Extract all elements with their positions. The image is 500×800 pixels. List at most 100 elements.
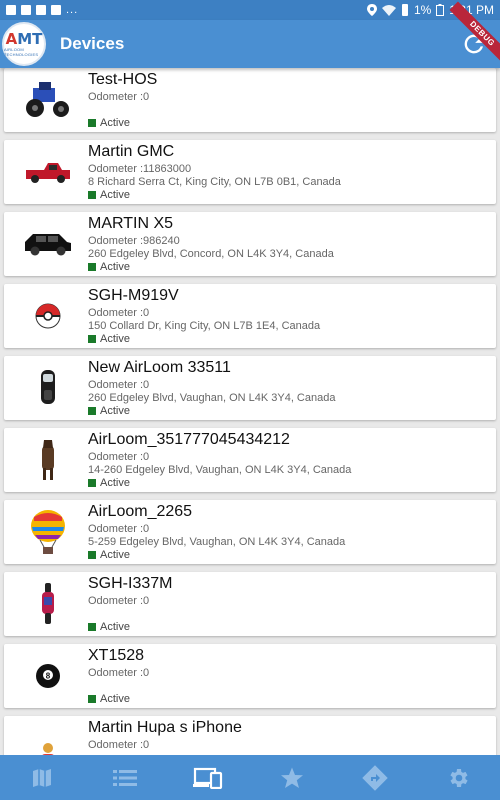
device-odometer: Odometer :0 bbox=[88, 523, 150, 535]
suv-icon bbox=[20, 222, 76, 266]
status-badge: Active bbox=[88, 333, 130, 345]
status-indicator bbox=[88, 263, 96, 271]
device-item[interactable]: Martin Hupa s iPhone Odometer :0 bbox=[4, 716, 496, 755]
tractor-icon bbox=[20, 78, 76, 122]
pickup-truck-icon bbox=[20, 150, 76, 194]
status-indicator bbox=[88, 695, 96, 703]
logo-prefix: A bbox=[5, 29, 18, 48]
status-indicator bbox=[88, 191, 96, 199]
battery-icon bbox=[436, 4, 445, 16]
app-bar: AMT AIRLOOM TECHNOLOGIES Devices DEBUG bbox=[0, 1, 500, 68]
device-odometer: Odometer :0 bbox=[88, 91, 150, 103]
device-name: New AirLoom 33511 bbox=[88, 359, 231, 376]
device-address: 5-259 Edgeley Blvd, Vaughan, ON L4K 3Y4,… bbox=[88, 536, 346, 548]
devices-icon bbox=[193, 767, 223, 789]
status-label: Active bbox=[100, 117, 130, 129]
device-item[interactable]: SGH-M919V Odometer :0 150 Collard Dr, Ki… bbox=[4, 284, 496, 348]
status-badge: Active bbox=[88, 549, 130, 561]
system-icons: 1% 1:31 PM bbox=[366, 3, 494, 17]
status-label: Active bbox=[100, 477, 130, 489]
status-label: Active bbox=[100, 549, 130, 561]
battery-level: 1% bbox=[413, 3, 432, 17]
device-item[interactable]: Martin GMC Odometer :11863000 8 Richard … bbox=[4, 140, 496, 204]
nav-directions[interactable] bbox=[350, 758, 400, 798]
nav-list[interactable] bbox=[100, 758, 150, 798]
device-item[interactable]: AirLoom_2265 Odometer :0 5-259 Edgeley B… bbox=[4, 500, 496, 564]
device-odometer: Odometer :0 bbox=[88, 451, 150, 463]
nav-devices[interactable] bbox=[183, 758, 233, 798]
photo-icon bbox=[6, 5, 16, 15]
location-icon bbox=[366, 4, 377, 16]
device-address: 260 Edgeley Blvd, Vaughan, ON L4K 3Y4, C… bbox=[88, 392, 336, 404]
logo-main: MT bbox=[17, 29, 43, 48]
device-address: 8 Richard Serra Ct, King City, ON L7B 0B… bbox=[88, 176, 341, 188]
status-label: Active bbox=[100, 405, 130, 417]
device-list[interactable]: Test-HOS Odometer :0 Active Martin GMC O… bbox=[0, 68, 500, 755]
eight-ball-icon: 8 bbox=[20, 654, 76, 698]
page-title: Devices bbox=[60, 34, 125, 53]
device-address: 260 Edgeley Blvd, Concord, ON L4K 3Y4, C… bbox=[88, 248, 334, 260]
device-odometer: Odometer :0 bbox=[88, 379, 150, 391]
person-icon bbox=[20, 726, 76, 755]
svg-text:8: 8 bbox=[46, 672, 51, 681]
device-name: SGH-I337M bbox=[88, 575, 173, 592]
status-bar: ... 1% 1:31 PM bbox=[0, 0, 500, 20]
status-badge: Active bbox=[88, 189, 130, 201]
status-label: Active bbox=[100, 261, 130, 273]
status-badge: Active bbox=[88, 117, 130, 129]
device-odometer: Odometer :0 bbox=[88, 739, 150, 751]
device-name: MARTIN X5 bbox=[88, 215, 174, 232]
logo-subtitle: AIRLOOM TECHNOLOGIES bbox=[4, 46, 39, 57]
nav-settings[interactable] bbox=[433, 758, 483, 798]
status-badge: Active bbox=[88, 693, 130, 705]
directions-icon bbox=[362, 764, 388, 791]
device-odometer: Odometer :0 bbox=[88, 307, 150, 319]
hot-air-balloon-icon bbox=[20, 510, 76, 554]
list-icon bbox=[112, 769, 137, 786]
device-item[interactable]: AirLoom_351777045434212 Odometer :0 14-2… bbox=[4, 428, 496, 492]
nav-favorites[interactable] bbox=[267, 758, 317, 798]
mail-icon bbox=[21, 5, 31, 15]
device-item[interactable]: SGH-I337M Odometer :0 Active bbox=[4, 572, 496, 636]
device-odometer: Odometer :986240 bbox=[88, 235, 180, 247]
status-badge: Active bbox=[88, 477, 130, 489]
app-logo: AMT AIRLOOM TECHNOLOGIES bbox=[2, 22, 46, 66]
device-name: XT1528 bbox=[88, 647, 145, 664]
status-label: Active bbox=[100, 621, 130, 633]
status-badge: Active bbox=[88, 261, 130, 273]
status-indicator bbox=[88, 119, 96, 127]
pokeball-icon bbox=[20, 294, 76, 338]
device-item[interactable]: MARTIN X5 Odometer :986240 260 Edgeley B… bbox=[4, 212, 496, 276]
device-name: SGH-M919V bbox=[88, 287, 179, 304]
status-indicator bbox=[88, 479, 96, 487]
more-notifications: ... bbox=[66, 4, 79, 16]
star-icon bbox=[280, 767, 303, 788]
status-indicator bbox=[88, 335, 96, 343]
snowmobile-icon bbox=[20, 366, 76, 410]
device-name: Martin GMC bbox=[88, 143, 175, 160]
device-item[interactable]: Test-HOS Odometer :0 Active bbox=[4, 68, 496, 132]
status-label: Active bbox=[100, 333, 130, 345]
status-badge: Active bbox=[88, 405, 130, 417]
device-name: AirLoom_351777045434212 bbox=[88, 431, 290, 448]
status-label: Active bbox=[100, 693, 130, 705]
status-indicator bbox=[88, 623, 96, 631]
notification-icons: ... bbox=[6, 4, 78, 16]
bottom-navigation bbox=[0, 755, 500, 800]
device-address: 150 Collard Dr, King City, ON L7B 1E4, C… bbox=[88, 320, 321, 332]
device-item[interactable]: 8 XT1528 Odometer :0 Active bbox=[4, 644, 496, 708]
device-item[interactable]: New AirLoom 33511 Odometer :0 260 Edgele… bbox=[4, 356, 496, 420]
map-icon bbox=[32, 768, 51, 787]
device-odometer: Odometer :11863000 bbox=[88, 163, 192, 175]
wifi-icon bbox=[381, 4, 396, 16]
device-odometer: Odometer :0 bbox=[88, 667, 150, 679]
nav-map[interactable] bbox=[17, 758, 67, 798]
status-indicator bbox=[88, 407, 96, 415]
status-indicator bbox=[88, 551, 96, 559]
device-name: Martin Hupa s iPhone bbox=[88, 719, 242, 736]
silent-icon bbox=[401, 4, 408, 16]
device-name: AirLoom_2265 bbox=[88, 503, 193, 520]
motorcycle-icon bbox=[20, 582, 76, 626]
horse-icon bbox=[20, 438, 76, 482]
fb-icon bbox=[51, 5, 61, 15]
